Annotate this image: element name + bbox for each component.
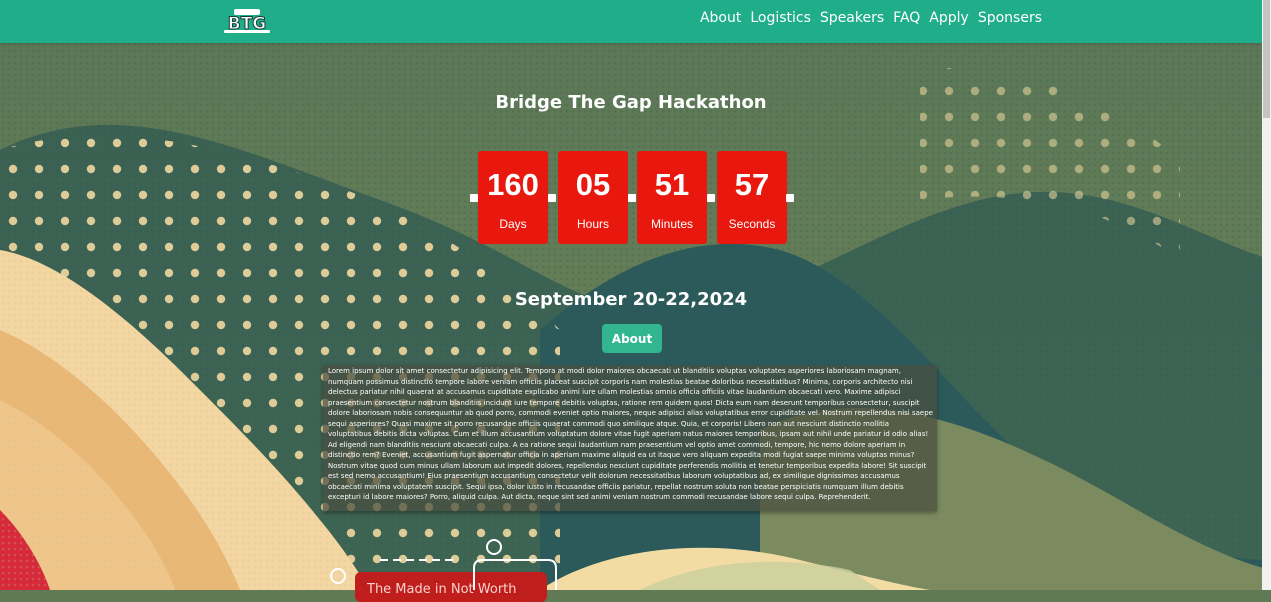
countdown-separator xyxy=(548,194,556,202)
timeline-decoration xyxy=(330,539,557,590)
btg-logo[interactable]: BTG xyxy=(222,8,272,34)
nav-link-faq[interactable]: FAQ xyxy=(893,10,920,26)
countdown-days: 160 Days xyxy=(478,151,548,244)
countdown-hours-value: 05 xyxy=(575,167,611,202)
countdown-minutes-value: 51 xyxy=(654,167,690,202)
countdown-separator xyxy=(786,194,794,202)
countdown-minutes: 51 Minutes xyxy=(637,151,707,244)
countdown-days-label: Days xyxy=(499,217,527,231)
nav-link-logistics[interactable]: Logistics xyxy=(750,10,811,26)
about-description: Lorem ipsum dolor sit amet consectetur a… xyxy=(323,365,937,511)
nav-link-about[interactable]: About xyxy=(700,10,741,26)
event-date: September 20-22,2024 xyxy=(514,289,748,310)
countdown-timer: 160 Days 05 Hours 51 Minutes 57 Seconds xyxy=(470,151,794,245)
countdown-days-value: 160 xyxy=(487,167,539,202)
countdown-minutes-label: Minutes xyxy=(650,217,694,231)
countdown-seconds: 57 Seconds xyxy=(717,151,787,244)
about-button[interactable]: About xyxy=(602,324,662,353)
page-scrollbar[interactable] xyxy=(1262,0,1271,590)
nav-link-sponsers[interactable]: Sponsers xyxy=(978,10,1042,26)
countdown-seconds-label: Seconds xyxy=(728,217,776,231)
countdown-hours: 05 Hours xyxy=(558,151,628,244)
scrollbar-thumb[interactable] xyxy=(1263,0,1270,118)
nav-link-apply[interactable]: Apply xyxy=(929,10,969,26)
countdown-separator xyxy=(470,194,478,202)
countdown-separator xyxy=(628,194,636,202)
nav-link-speakers[interactable]: Speakers xyxy=(820,10,884,26)
countdown-seconds-value: 57 xyxy=(734,167,770,202)
top-navbar: BTG About Logistics Speakers FAQ Apply S… xyxy=(0,0,1262,43)
countdown-separator xyxy=(707,194,715,202)
nav-links: About Logistics Speakers FAQ Apply Spons… xyxy=(700,10,1042,26)
hero-title: Bridge The Gap Hackathon xyxy=(495,92,767,113)
countdown-hours-label: Hours xyxy=(576,217,609,231)
